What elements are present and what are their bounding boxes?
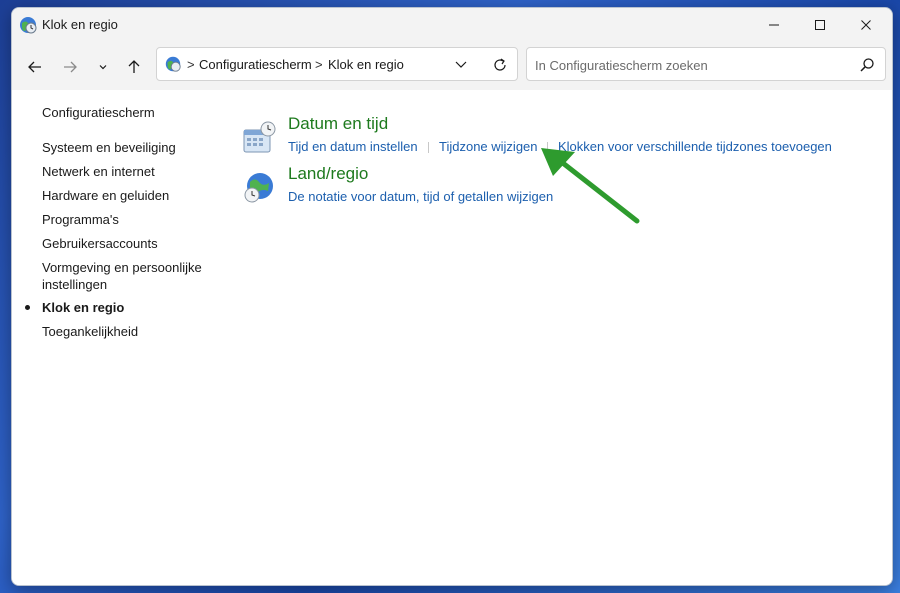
chevron-down-icon[interactable] bbox=[453, 56, 469, 72]
minimize-button[interactable] bbox=[750, 8, 798, 42]
window-title: Klok en regio bbox=[42, 17, 118, 32]
breadcrumb-klok-en-regio[interactable]: Klok en regio bbox=[328, 57, 404, 72]
arrow-left-icon bbox=[28, 61, 41, 73]
close-icon bbox=[861, 20, 871, 30]
close-button[interactable] bbox=[842, 8, 890, 42]
link-tijd-en-datum-instellen[interactable]: Tijd en datum instellen bbox=[288, 139, 418, 154]
refresh-icon[interactable] bbox=[491, 56, 509, 74]
breadcrumb-separator[interactable]: > bbox=[187, 57, 195, 72]
forward-button[interactable] bbox=[58, 55, 82, 79]
globe-clock-icon bbox=[244, 173, 273, 203]
sidebar-item-hardware-en-geluiden[interactable]: Hardware en geluiden bbox=[42, 187, 217, 204]
annotation-arrow-icon bbox=[541, 148, 640, 224]
breadcrumb-separator[interactable]: > bbox=[315, 57, 323, 72]
search-icon[interactable] bbox=[859, 57, 875, 73]
sidebar-item-netwerk-en-internet[interactable]: Netwerk en internet bbox=[42, 163, 217, 180]
sidebar-item-klok-en-regio[interactable]: Klok en regio bbox=[42, 299, 217, 316]
sidebar-item-vormgeving[interactable]: Vormgeving en persoonlijke instellingen bbox=[42, 259, 212, 293]
recent-locations-button[interactable] bbox=[91, 55, 115, 79]
arrow-right-icon bbox=[64, 61, 77, 73]
breadcrumb-configuratiescherm[interactable]: Configuratiescherm bbox=[199, 57, 312, 72]
category-title-datum-en-tijd[interactable]: Datum en tijd bbox=[288, 114, 388, 134]
address-bar[interactable]: > Configuratiescherm > Klok en regio bbox=[156, 47, 518, 81]
sidebar-item-programmas[interactable]: Programma's bbox=[42, 211, 217, 228]
navigation-toolbar: > Configuratiescherm > Klok en regio bbox=[12, 42, 892, 90]
sidebar-item-toegankelijkheid[interactable]: Toegankelijkheid bbox=[42, 323, 217, 340]
sidebar-item-configuratiescherm[interactable]: Configuratiescherm bbox=[42, 104, 217, 121]
control-panel-window: Klok en regio > Configuratiescherm > Klo… bbox=[11, 7, 893, 586]
up-button[interactable] bbox=[122, 55, 146, 79]
search-input[interactable] bbox=[533, 54, 847, 76]
calendar-clock-icon bbox=[243, 121, 276, 153]
content-area: Configuratiescherm Systeem en beveiligin… bbox=[12, 90, 892, 585]
arrow-up-icon bbox=[128, 60, 140, 73]
active-item-bullet bbox=[25, 305, 30, 310]
maximize-button[interactable] bbox=[796, 8, 844, 42]
link-separator bbox=[428, 142, 429, 153]
chevron-down-icon bbox=[99, 65, 107, 70]
back-button[interactable] bbox=[23, 55, 47, 79]
control-panel-app-icon bbox=[20, 17, 37, 34]
control-panel-location-icon bbox=[165, 56, 181, 72]
minimize-icon bbox=[769, 24, 779, 26]
sidebar-item-systeem-en-beveiliging[interactable]: Systeem en beveiliging bbox=[42, 139, 217, 156]
link-notatie-wijzigen[interactable]: De notatie voor datum, tijd of getallen … bbox=[288, 189, 553, 204]
link-tijdzone-wijzigen[interactable]: Tijdzone wijzigen bbox=[439, 139, 538, 154]
sidebar-item-gebruikersaccounts[interactable]: Gebruikersaccounts bbox=[42, 235, 217, 252]
search-box[interactable] bbox=[526, 47, 886, 81]
category-title-land-regio[interactable]: Land/regio bbox=[288, 164, 368, 184]
title-bar: Klok en regio bbox=[12, 8, 892, 42]
maximize-icon bbox=[815, 20, 825, 30]
